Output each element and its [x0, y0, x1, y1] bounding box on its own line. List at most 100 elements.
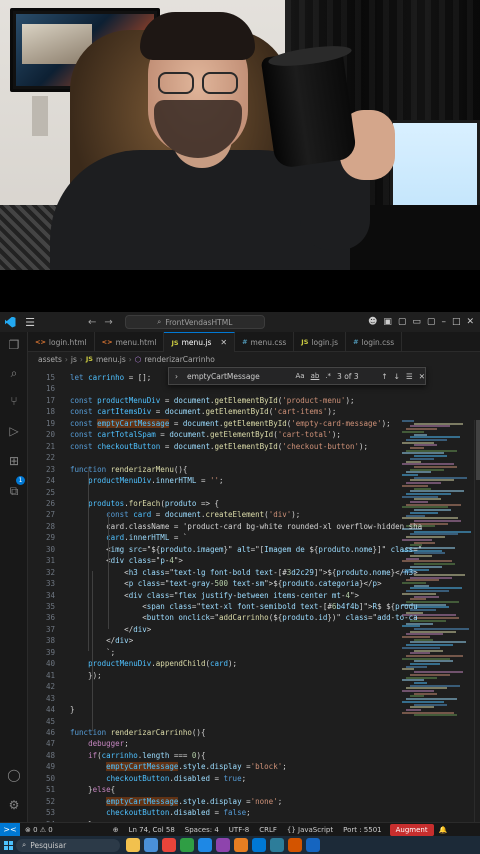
extensions-icon[interactable]: ⊞: [7, 454, 21, 468]
taskbar-app-icon[interactable]: [162, 838, 176, 852]
close-window-icon[interactable]: ✕: [466, 317, 474, 327]
code-line[interactable]: 32 <h3 class="text-lg font-bold text-[#3…: [28, 567, 480, 578]
breadcrumb-item[interactable]: renderizarCarrinho: [144, 355, 215, 364]
taskbar-app-icon[interactable]: [198, 838, 212, 852]
taskbar-app-icon[interactable]: [144, 838, 158, 852]
secondary-sidebar-icon[interactable]: ▢: [427, 317, 436, 327]
code-line[interactable]: 18 const cartItemsDiv = document.getEleme…: [28, 406, 480, 417]
taskbar-app-icon[interactable]: [180, 838, 194, 852]
maximize-icon[interactable]: □: [452, 317, 461, 327]
taskbar-app-icon[interactable]: [306, 838, 320, 852]
code-line[interactable]: 41 });: [28, 670, 480, 681]
live-server-port[interactable]: Port : 5501: [338, 826, 387, 834]
code-line[interactable]: 45: [28, 716, 480, 727]
forward-arrow-icon[interactable]: →: [104, 317, 112, 328]
tab-menu-html[interactable]: <> menu.html: [95, 332, 165, 352]
settings-gear-icon[interactable]: ⚙: [7, 798, 21, 812]
search-icon[interactable]: ⌕: [7, 366, 21, 380]
code-line[interactable]: 20 const cartTotalSpam = document.getElem…: [28, 429, 480, 440]
close-find-icon[interactable]: ✕: [419, 372, 425, 381]
code-line[interactable]: 37 </div>: [28, 624, 480, 635]
tab-menu-js[interactable]: JS menu.js ✕: [164, 332, 236, 352]
code-line[interactable]: 25: [28, 487, 480, 498]
tab-login-css[interactable]: # login.css: [346, 332, 403, 352]
back-arrow-icon[interactable]: ←: [88, 317, 96, 328]
code-line[interactable]: 30 <img src="${produto.imagem}" alt="[Im…: [28, 544, 480, 555]
previous-match-icon[interactable]: ↑: [381, 372, 387, 381]
code-line[interactable]: 39 `;: [28, 647, 480, 658]
indentation[interactable]: Spaces: 4: [180, 826, 224, 834]
code-line[interactable]: 19 const emptyCartMessage = document.getE…: [28, 418, 480, 429]
find-in-selection-icon[interactable]: ☰: [406, 372, 413, 381]
code-line[interactable]: 47 debugger;: [28, 738, 480, 749]
toggle-replace-icon[interactable]: ›: [175, 372, 178, 381]
taskbar-app-icon[interactable]: [288, 838, 302, 852]
regex-toggle[interactable]: .*: [325, 372, 331, 380]
tab-menu-css[interactable]: # menu.css: [235, 332, 295, 352]
source-control-icon[interactable]: ⑂: [7, 394, 21, 408]
code-line[interactable]: 44}: [28, 704, 480, 715]
command-center-search[interactable]: ⌕ FrontVendasHTML: [124, 315, 265, 329]
code-line[interactable]: 33 <p class="text-gray-500 text-sm">${pr…: [28, 578, 480, 589]
layout-icon[interactable]: ▣: [383, 317, 392, 327]
code-line[interactable]: 29 card.innerHTML = `: [28, 532, 480, 543]
line-ending[interactable]: CRLF: [254, 826, 282, 834]
taskbar-app-icon[interactable]: [270, 838, 284, 852]
code-line[interactable]: 17 const productMenuDiv = document.getEle…: [28, 395, 480, 406]
code-line[interactable]: 23function renderizarMenu(){: [28, 464, 480, 475]
code-line[interactable]: 53 checkoutButton.disabled = false;: [28, 807, 480, 818]
encoding[interactable]: UTF-8: [224, 826, 254, 834]
breadcrumb-item[interactable]: js: [71, 355, 77, 364]
code-line[interactable]: 34 <div class="flex justify-between item…: [28, 590, 480, 601]
minimize-icon[interactable]: –: [441, 317, 446, 327]
code-line[interactable]: 50 checkoutButton.disabled = true;: [28, 773, 480, 784]
panel-toggle-icon[interactable]: ▭: [412, 317, 421, 327]
code-line[interactable]: 51 }else{: [28, 784, 480, 795]
close-tab-icon[interactable]: ✕: [220, 338, 227, 347]
code-line[interactable]: 40 productMenuDiv.appendChild(card);: [28, 658, 480, 669]
problems-indicator[interactable]: ⊗ 0 ⚠ 0: [20, 826, 58, 834]
notifications-bell-icon[interactable]: 🔔: [434, 826, 453, 834]
code-line[interactable]: 42: [28, 681, 480, 692]
windows-start-icon[interactable]: [0, 836, 16, 854]
sidebar-toggle-icon[interactable]: ▢: [398, 317, 407, 327]
taskbar-app-icon[interactable]: [234, 838, 248, 852]
menu-hamburger-icon[interactable]: ☰: [20, 316, 40, 329]
code-line[interactable]: 43: [28, 693, 480, 704]
code-line[interactable]: 24 productMenuDiv.innerHTML = '';: [28, 475, 480, 486]
explorer-icon[interactable]: ❐: [7, 338, 21, 352]
language-mode[interactable]: {} JavaScript: [282, 826, 338, 834]
remote-explorer-icon[interactable]: ⧉: [7, 484, 21, 498]
remote-indicator[interactable]: ><: [0, 822, 20, 837]
match-whole-word-toggle[interactable]: ab: [311, 372, 320, 380]
code-line[interactable]: 49 emptyCartMessage.style.display ='bloc…: [28, 761, 480, 772]
code-line[interactable]: 16: [28, 383, 480, 394]
taskbar-app-icon[interactable]: [252, 838, 266, 852]
code-line[interactable]: 27 const card = document.createElement('…: [28, 509, 480, 520]
run-debug-icon[interactable]: ▷: [7, 424, 21, 438]
cursor-position[interactable]: Ln 74, Col 58: [124, 826, 180, 834]
code-editor[interactable]: › emptyCartMessage Aa ab .* 3 of 3 ↑ ↓ ☰…: [28, 366, 480, 822]
code-line[interactable]: 48 if(carrinho.length === 0){: [28, 750, 480, 761]
tab-login-html[interactable]: <> login.html: [28, 332, 95, 352]
augment-button[interactable]: Augment: [389, 823, 434, 836]
code-line[interactable]: 22: [28, 452, 480, 463]
code-line[interactable]: 31 <div class="p-4">: [28, 555, 480, 566]
match-case-toggle[interactable]: Aa: [296, 372, 305, 380]
taskbar-app-icon[interactable]: [126, 838, 140, 852]
code-line[interactable]: 52 emptyCartMessage.style.display ='none…: [28, 796, 480, 807]
breadcrumb-item[interactable]: menu.js: [96, 355, 126, 364]
taskbar-search[interactable]: ⌕ Pesquisar: [16, 838, 120, 852]
code-line[interactable]: 28 card.className = 'product-card bg-whi…: [28, 521, 480, 532]
code-line[interactable]: 36 <button onclick="addCarrinho(${produt…: [28, 612, 480, 623]
next-match-icon[interactable]: ↓: [394, 372, 400, 381]
code-line[interactable]: 38 </div>: [28, 635, 480, 646]
code-line[interactable]: 26 produtos.forEach(produto => {: [28, 498, 480, 509]
find-input[interactable]: emptyCartMessage: [184, 370, 290, 383]
code-line[interactable]: 21 const checkoutButton = document.getEle…: [28, 441, 480, 452]
code-line[interactable]: 46 function renderizarCarrinho(){: [28, 727, 480, 738]
account-icon[interactable]: ◯: [7, 768, 21, 782]
tab-login-js[interactable]: JS login.js: [294, 332, 347, 352]
code-line[interactable]: 35 <span class="text-xl font-semibold te…: [28, 601, 480, 612]
copilot-icon[interactable]: ☻: [368, 317, 377, 327]
